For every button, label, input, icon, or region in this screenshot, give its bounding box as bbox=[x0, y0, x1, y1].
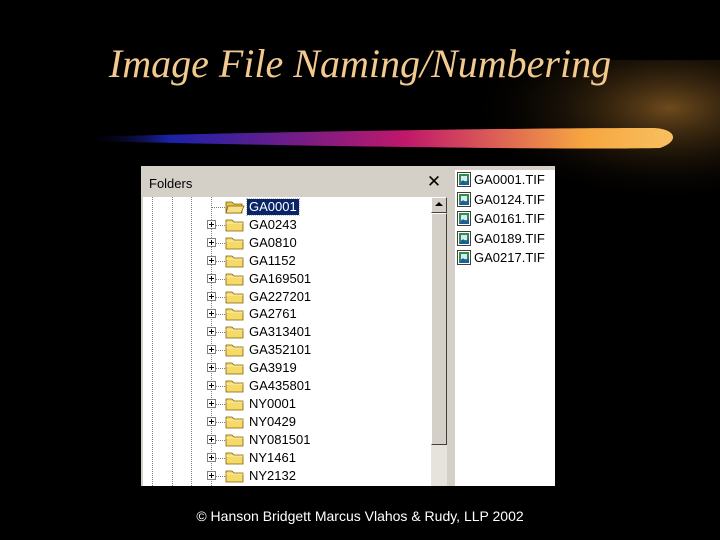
folder-tree-item[interactable]: NY081501 bbox=[143, 431, 433, 449]
expand-plus-icon[interactable] bbox=[207, 327, 216, 337]
folder-tree-item-label: NY1461 bbox=[249, 449, 296, 465]
slide-footer: © Hanson Bridgett Marcus Vlahos & Rudy, … bbox=[196, 508, 524, 524]
folder-tree-item[interactable]: GA352101 bbox=[143, 341, 433, 359]
tif-image-icon bbox=[457, 172, 471, 187]
file-list-item[interactable]: GA0189.TIF bbox=[455, 229, 555, 248]
expand-plus-icon[interactable] bbox=[207, 416, 216, 426]
folder-tree-item-label: GA2761 bbox=[249, 306, 297, 322]
folder-icon bbox=[225, 380, 244, 393]
folder-tree-item-label: GA169501 bbox=[249, 270, 312, 286]
file-list-item[interactable]: GA0217.TIF bbox=[455, 248, 555, 267]
folder-tree-item[interactable]: GA435801 bbox=[143, 377, 433, 395]
expand-plus-icon[interactable] bbox=[207, 291, 216, 301]
folder-icon bbox=[225, 416, 244, 429]
file-list-item-label: GA0217.TIF bbox=[474, 250, 545, 265]
folder-tree-item[interactable]: GA227201 bbox=[143, 288, 433, 306]
folder-icon bbox=[225, 452, 244, 464]
expand-plus-icon[interactable] bbox=[207, 345, 216, 355]
slide-title: Image File Naming/Numbering bbox=[108, 41, 612, 86]
expand-plus-icon[interactable] bbox=[207, 219, 216, 229]
expand-plus-icon[interactable] bbox=[207, 309, 216, 319]
file-list-item[interactable]: GA0161.TIF bbox=[455, 209, 555, 228]
folder-tree-item[interactable]: NY2132 bbox=[143, 467, 433, 485]
folders-pane-header: Folders ✕ bbox=[141, 170, 448, 196]
open-folder-icon bbox=[225, 201, 245, 214]
expand-plus-icon[interactable] bbox=[207, 452, 216, 462]
folder-tree-item-label: NY2132 bbox=[249, 467, 296, 483]
expand-plus-icon[interactable] bbox=[207, 237, 216, 247]
folder-tree-item-label: GA227201 bbox=[249, 288, 312, 304]
expand-plus-icon[interactable] bbox=[207, 255, 216, 265]
folder-icon bbox=[225, 362, 244, 375]
expand-plus-icon[interactable] bbox=[207, 363, 216, 373]
tif-image-icon bbox=[457, 250, 471, 265]
folder-icon bbox=[225, 273, 244, 285]
folders-pane: Folders ✕ GA0001 GA0243 GA0810 GA1152 GA1695… bbox=[141, 166, 448, 486]
file-list-item-label: GA0189.TIF bbox=[474, 230, 545, 246]
folder-icon bbox=[225, 470, 244, 482]
file-list-item-label: GA0161.TIF bbox=[474, 211, 545, 226]
file-list-item-label: GA0001.TIF bbox=[474, 172, 545, 187]
folder-tree[interactable]: GA0001 GA0243 GA0810 GA1152 GA169501 GA227201… bbox=[143, 197, 433, 486]
folder-tree-item[interactable]: GA313401 bbox=[143, 323, 433, 341]
folder-icon bbox=[225, 308, 244, 321]
expand-plus-icon[interactable] bbox=[207, 273, 216, 283]
folder-tree-item[interactable]: GA169501 bbox=[143, 270, 433, 288]
folder-icon bbox=[225, 344, 244, 357]
files-pane[interactable]: GA0001.TIF GA0124.TIF GA0161.TIF GA0189.TIF… bbox=[455, 170, 555, 486]
tif-image-icon bbox=[457, 191, 471, 207]
folder-icon bbox=[225, 255, 244, 268]
folder-tree-item-label: GA1152 bbox=[249, 252, 296, 268]
folders-pane-title: Folders bbox=[149, 176, 193, 191]
folder-icon bbox=[225, 434, 244, 447]
folder-tree-item[interactable]: NY0429 bbox=[143, 413, 433, 431]
folder-tree-item[interactable]: GA0243 bbox=[143, 216, 433, 234]
scrollbar-thumb[interactable] bbox=[431, 213, 447, 445]
folder-tree-item-label: NY081501 bbox=[249, 431, 311, 447]
arrow-up-icon bbox=[435, 202, 443, 206]
expand-plus-icon[interactable] bbox=[207, 470, 216, 480]
folder-tree-item-label: GA0810 bbox=[249, 234, 297, 250]
folder-tree-item[interactable]: GA0001 bbox=[143, 198, 433, 216]
folder-tree-scrollbar[interactable] bbox=[431, 197, 447, 486]
tif-image-icon bbox=[457, 211, 471, 226]
file-list-item[interactable]: GA0001.TIF bbox=[455, 170, 555, 189]
folder-tree-item[interactable]: NY0001 bbox=[143, 395, 433, 413]
pane-splitter[interactable] bbox=[448, 166, 455, 486]
folder-icon bbox=[225, 219, 244, 232]
folder-tree-item[interactable]: NY1461 bbox=[143, 449, 433, 467]
expand-plus-icon[interactable] bbox=[207, 398, 216, 408]
folder-tree-item-label: GA435801 bbox=[249, 378, 312, 393]
folder-tree-item-label: GA3919 bbox=[249, 360, 297, 376]
explorer-window: Folders ✕ GA0001 GA0243 GA0810 GA1152 GA1695… bbox=[141, 166, 555, 486]
folder-tree-item[interactable]: GA3919 bbox=[143, 359, 433, 377]
file-list-item[interactable]: GA0124.TIF bbox=[455, 190, 555, 209]
folder-icon bbox=[225, 398, 244, 411]
expand-plus-icon[interactable] bbox=[207, 381, 216, 390]
folder-tree-item-label: NY0001 bbox=[249, 395, 296, 411]
folder-tree-item[interactable]: GA0810 bbox=[143, 234, 433, 252]
folder-tree-item[interactable]: GA1152 bbox=[143, 252, 433, 270]
folder-tree-item-label: GA0243 bbox=[249, 216, 297, 232]
scroll-up-button[interactable] bbox=[431, 197, 447, 213]
file-list-item-label: GA0124.TIF bbox=[474, 191, 545, 207]
folder-tree-item-label: GA352101 bbox=[249, 342, 312, 358]
expand-plus-icon[interactable] bbox=[207, 434, 216, 444]
tree-branch-line bbox=[211, 207, 225, 208]
folder-tree-item-label: GA0001 bbox=[246, 198, 300, 216]
folder-tree-item[interactable]: GA2761 bbox=[143, 305, 433, 323]
folder-icon bbox=[225, 326, 244, 339]
folder-icon bbox=[225, 237, 244, 250]
folder-tree-item-label: GA313401 bbox=[249, 324, 312, 340]
tif-image-icon bbox=[457, 230, 471, 246]
folder-tree-item-label: NY0429 bbox=[249, 413, 296, 429]
close-icon[interactable]: ✕ bbox=[426, 173, 442, 191]
folder-icon bbox=[225, 291, 244, 303]
